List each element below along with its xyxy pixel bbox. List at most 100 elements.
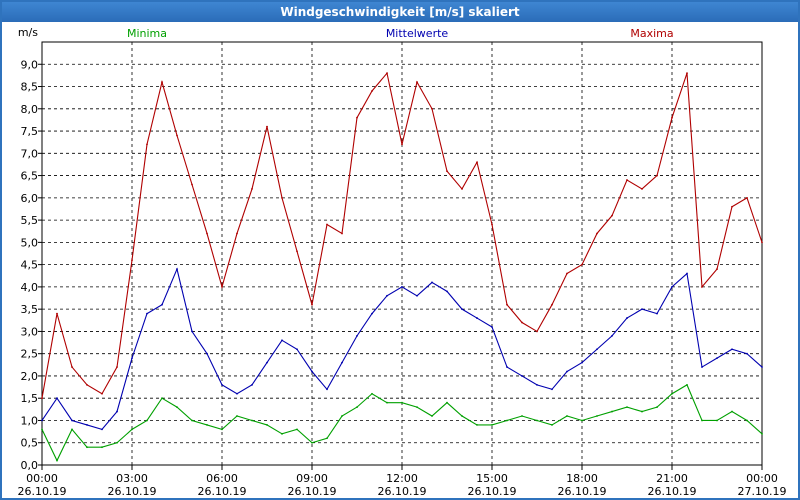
x-tick-time: 15:00 bbox=[476, 472, 508, 485]
data-point bbox=[761, 366, 763, 368]
data-point bbox=[116, 366, 118, 368]
data-point bbox=[86, 424, 88, 426]
data-point bbox=[581, 263, 583, 266]
x-tick-time: 00:00 bbox=[26, 472, 58, 485]
data-point bbox=[581, 419, 583, 422]
data-point bbox=[446, 170, 448, 173]
data-point bbox=[251, 419, 253, 422]
data-point bbox=[56, 459, 58, 462]
data-point bbox=[506, 419, 508, 422]
data-point bbox=[596, 232, 598, 235]
data-point bbox=[371, 90, 373, 92]
data-point bbox=[86, 383, 88, 386]
x-tick-date: 26.10.19 bbox=[378, 485, 427, 498]
data-point bbox=[206, 424, 208, 426]
data-point bbox=[566, 272, 568, 275]
y-tick-label: 5,5 bbox=[21, 214, 39, 227]
data-point bbox=[731, 205, 733, 208]
x-tick-date: 26.10.19 bbox=[108, 485, 157, 498]
data-point bbox=[476, 317, 478, 319]
data-point bbox=[281, 196, 283, 199]
data-point bbox=[686, 72, 688, 75]
data-point bbox=[431, 107, 433, 110]
y-tick-label: 2,0 bbox=[21, 370, 39, 383]
data-point bbox=[416, 406, 418, 409]
data-point bbox=[131, 259, 133, 262]
data-point bbox=[551, 388, 553, 391]
data-point bbox=[221, 285, 223, 288]
y-tick-label: 7,5 bbox=[21, 125, 39, 138]
data-point bbox=[731, 410, 733, 413]
data-point bbox=[716, 419, 718, 422]
x-tick-time: 09:00 bbox=[296, 472, 328, 485]
data-point bbox=[371, 392, 373, 395]
x-tick-date: 26.10.19 bbox=[468, 485, 517, 498]
data-point bbox=[521, 415, 523, 417]
data-point bbox=[116, 441, 118, 444]
data-point bbox=[656, 312, 658, 315]
data-point bbox=[536, 383, 538, 386]
data-point bbox=[221, 383, 223, 386]
x-tick-date: 26.10.19 bbox=[18, 485, 67, 498]
data-point bbox=[386, 294, 388, 297]
y-tick-label: 6,0 bbox=[21, 192, 39, 205]
data-point bbox=[701, 419, 703, 422]
data-point bbox=[551, 303, 553, 306]
data-point bbox=[386, 72, 388, 75]
x-tick-date: 26.10.19 bbox=[648, 485, 697, 498]
data-point bbox=[281, 432, 283, 435]
data-point bbox=[326, 223, 328, 226]
data-point bbox=[296, 348, 298, 351]
data-point bbox=[566, 415, 568, 417]
data-point bbox=[641, 188, 643, 190]
y-tick-label: 3,0 bbox=[21, 325, 39, 338]
data-point bbox=[671, 116, 673, 119]
y-tick-label: 3,5 bbox=[21, 303, 39, 316]
data-point bbox=[461, 415, 463, 417]
data-point bbox=[176, 268, 178, 270]
data-point bbox=[611, 214, 613, 217]
data-point bbox=[596, 348, 598, 351]
data-point bbox=[746, 352, 748, 355]
data-point bbox=[206, 232, 208, 235]
data-point bbox=[236, 415, 238, 417]
x-tick-date: 26.10.19 bbox=[198, 485, 247, 498]
data-point bbox=[356, 334, 358, 337]
data-point bbox=[146, 419, 148, 422]
data-point bbox=[416, 81, 418, 83]
data-point bbox=[416, 294, 418, 297]
data-point bbox=[371, 312, 373, 315]
x-tick-time: 00:00 bbox=[746, 472, 778, 485]
y-tick-label: 7,0 bbox=[21, 147, 39, 160]
data-point bbox=[146, 312, 148, 315]
data-point bbox=[446, 401, 448, 404]
data-point bbox=[626, 317, 628, 319]
data-point bbox=[341, 415, 343, 417]
y-tick-label: 4,0 bbox=[21, 281, 39, 294]
data-point bbox=[86, 446, 88, 449]
y-tick-label: 6,5 bbox=[21, 170, 39, 183]
data-point bbox=[281, 339, 283, 342]
data-point bbox=[101, 392, 103, 395]
x-tick-time: 18:00 bbox=[566, 472, 598, 485]
data-point bbox=[191, 330, 193, 333]
data-point bbox=[251, 188, 253, 190]
data-point bbox=[626, 406, 628, 409]
data-point bbox=[521, 321, 523, 324]
data-point bbox=[626, 179, 628, 181]
data-point bbox=[191, 419, 193, 422]
data-point bbox=[671, 392, 673, 395]
data-point bbox=[236, 232, 238, 235]
data-point bbox=[401, 285, 403, 288]
data-point bbox=[56, 312, 58, 315]
data-point bbox=[536, 330, 538, 333]
data-point bbox=[611, 410, 613, 413]
data-point bbox=[401, 401, 403, 404]
data-point bbox=[251, 383, 253, 386]
data-point bbox=[176, 406, 178, 409]
data-point bbox=[116, 410, 118, 413]
data-point bbox=[521, 375, 523, 377]
data-point bbox=[641, 410, 643, 413]
wind-speed-chart: 0,0 0,5 1,0 1,5 2,0 2,5 3,0 3,5 4,0 4,5 5,0 5,5 6,0 6… bbox=[18, 26, 787, 498]
data-point bbox=[656, 406, 658, 409]
